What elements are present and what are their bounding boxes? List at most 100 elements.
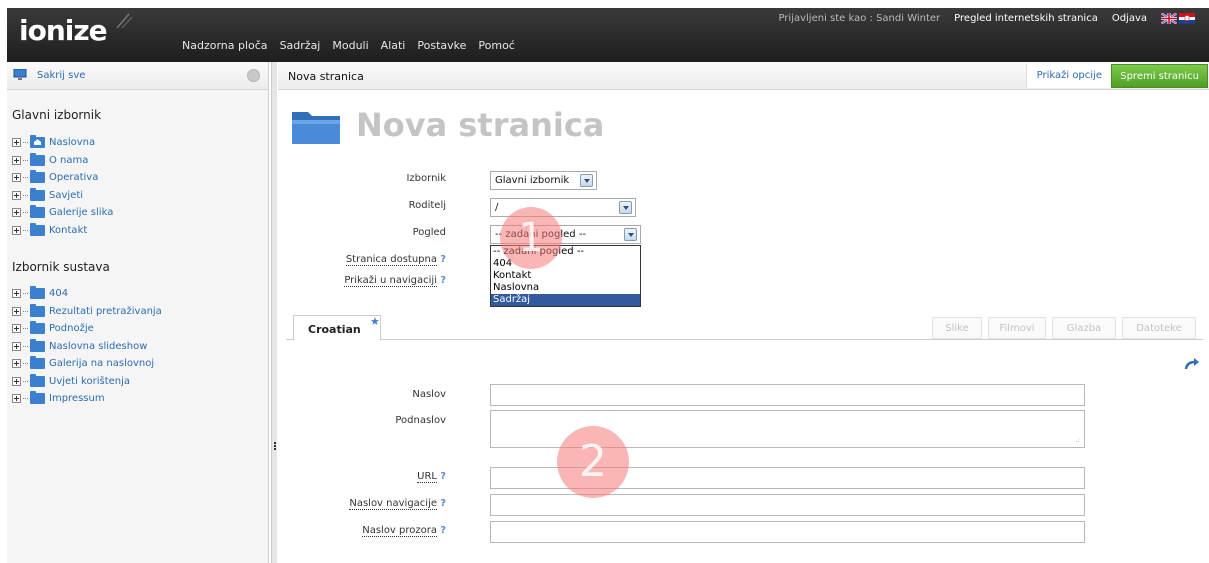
expand-icon[interactable] [12, 376, 21, 386]
help-icon[interactable]: ? [440, 498, 446, 509]
main-menu-tree: Naslovna O nama Operativa Savjeti Galeri… [12, 134, 113, 239]
expand-icon[interactable] [12, 394, 21, 404]
folder-icon [30, 187, 45, 201]
page-folder-icon [292, 112, 340, 144]
expand-icon[interactable] [12, 208, 21, 218]
folder-icon [30, 170, 45, 184]
view-option[interactable]: Naslovna [491, 282, 640, 294]
tree-item-404[interactable]: 404 [12, 285, 162, 303]
tree-item-podnozje[interactable]: Podnožje [12, 320, 162, 338]
title-label: Naslov [412, 389, 446, 400]
nav-tools[interactable]: Alati [381, 39, 406, 52]
folder-icon [30, 321, 45, 335]
help-icon[interactable]: ? [440, 254, 446, 265]
folder-icon [30, 303, 45, 317]
ionize-logo[interactable]: ionize [19, 14, 108, 47]
collapse-sidebar-icon[interactable] [247, 69, 260, 82]
nav-title-label: Naslov navigacije ? [349, 498, 446, 510]
logo-swoosh-icon [116, 13, 133, 29]
chevron-down-icon[interactable] [624, 228, 637, 241]
tab-videos[interactable]: Filmovi [988, 317, 1046, 339]
tree-item-galerija[interactable]: Galerija na naslovnoj [12, 355, 162, 373]
tab-files[interactable]: Datoteke [1122, 317, 1196, 339]
tab-images[interactable]: Slike [932, 317, 982, 339]
view-site-link[interactable]: Pregled internetskih stranica [954, 13, 1098, 24]
tree-item-slideshow[interactable]: Naslovna slideshow [12, 338, 162, 356]
expand-icon[interactable] [12, 173, 21, 183]
main-menu-title: Glavni izbornik [12, 108, 102, 122]
top-header: ionize Nadzorna ploča Sadržaj Moduli Ala… [7, 8, 1209, 62]
folder-icon [30, 373, 45, 387]
expand-icon[interactable] [12, 190, 21, 200]
nav-settings[interactable]: Postavke [417, 39, 466, 52]
step-marker-1: 1 [500, 207, 562, 269]
language-tabs: Croatian ★ Slike Filmovi Glazba Datoteke [286, 315, 1203, 341]
help-icon[interactable]: ? [440, 471, 446, 482]
resize-handle-icon[interactable]: .: [1075, 436, 1080, 444]
sidebar-splitter[interactable] [271, 62, 277, 563]
monitor-icon [13, 69, 27, 80]
menu-select[interactable]: Glavni izbornik [490, 171, 597, 190]
hr-flag-icon[interactable] [1179, 13, 1195, 24]
sidebar-header: Sakrij sve [7, 62, 268, 90]
home-folder-icon [30, 135, 45, 149]
system-menu-title: Izbornik sustava [12, 260, 110, 274]
tree-item-galerije-slika[interactable]: Galerije slika [12, 204, 113, 222]
folder-icon [30, 338, 45, 352]
expand-icon[interactable] [12, 359, 21, 369]
nav-help[interactable]: Pomoć [478, 39, 514, 52]
tree-item-naslovna[interactable]: Naslovna [12, 134, 113, 152]
folder-icon [30, 356, 45, 370]
save-page-button[interactable]: Spremi stranicu [1111, 64, 1208, 88]
nav-modules[interactable]: Moduli [332, 39, 368, 52]
subtitle-label: Podnaslov [395, 415, 446, 426]
show-options-button[interactable]: Prikaži opcije [1025, 64, 1113, 88]
header-user-area: Prijavljeni ste kao : Sandi Winter Pregl… [778, 13, 1195, 24]
uk-flag-icon[interactable] [1161, 13, 1177, 24]
sidebar: Sakrij sve Glavni izbornik Naslovna O na… [7, 62, 269, 563]
nav-content[interactable]: Sadržaj [280, 39, 321, 52]
folder-icon [30, 205, 45, 219]
view-label: Pogled [412, 227, 446, 238]
main-panel-header: Nova stranica Prikaži opcije Spremi stra… [278, 62, 1209, 90]
url-label: URL ? [417, 471, 446, 483]
step-marker-2: 2 [557, 426, 629, 498]
parent-label: Roditelj [408, 200, 446, 211]
menu-label: Izbornik [406, 173, 446, 184]
tree-item-impressum[interactable]: Impressum [12, 390, 162, 408]
system-menu-tree: 404 Rezultati pretraživanja Podnožje Nas… [12, 285, 162, 408]
tree-item-uvjeti[interactable]: Uvjeti korištenja [12, 373, 162, 391]
tab-music[interactable]: Glazba [1052, 317, 1116, 339]
expand-icon[interactable] [12, 289, 21, 299]
view-option[interactable]: Kontakt [491, 270, 640, 282]
expand-icon[interactable] [12, 225, 21, 235]
view-option-selected[interactable]: Sadržaj [491, 294, 640, 306]
nav-dashboard[interactable]: Nadzorna ploča [182, 39, 268, 52]
hide-all-link[interactable]: Sakrij sve [37, 70, 85, 81]
folder-icon [30, 391, 45, 405]
tree-item-operativa[interactable]: Operativa [12, 169, 113, 187]
tree-item-o-nama[interactable]: O nama [12, 152, 113, 170]
tab-croatian[interactable]: Croatian ★ [293, 315, 381, 341]
chevron-down-icon[interactable] [619, 201, 632, 214]
folder-icon [30, 152, 45, 166]
redo-icon[interactable] [1184, 358, 1200, 370]
window-title-input[interactable] [490, 521, 1085, 543]
page-heading: Nova stranica [356, 106, 605, 144]
expand-icon[interactable] [12, 155, 21, 165]
main-panel: Nova stranica Prikaži opcije Spremi stra… [278, 62, 1209, 563]
help-icon[interactable]: ? [440, 275, 446, 286]
help-icon[interactable]: ? [440, 525, 446, 536]
tree-item-savjeti[interactable]: Savjeti [12, 187, 113, 205]
logout-link[interactable]: Odjava [1112, 13, 1147, 24]
tree-item-kontakt[interactable]: Kontakt [12, 222, 113, 240]
splitter-grip-icon[interactable] [274, 442, 276, 450]
expand-icon[interactable] [12, 324, 21, 334]
title-input[interactable] [490, 384, 1085, 406]
tree-item-rezultati[interactable]: Rezultati pretraživanja [12, 303, 162, 321]
nav-title-input[interactable] [490, 494, 1085, 516]
chevron-down-icon[interactable] [580, 174, 593, 187]
expand-icon[interactable] [12, 138, 21, 148]
expand-icon[interactable] [12, 341, 21, 351]
expand-icon[interactable] [12, 306, 21, 316]
